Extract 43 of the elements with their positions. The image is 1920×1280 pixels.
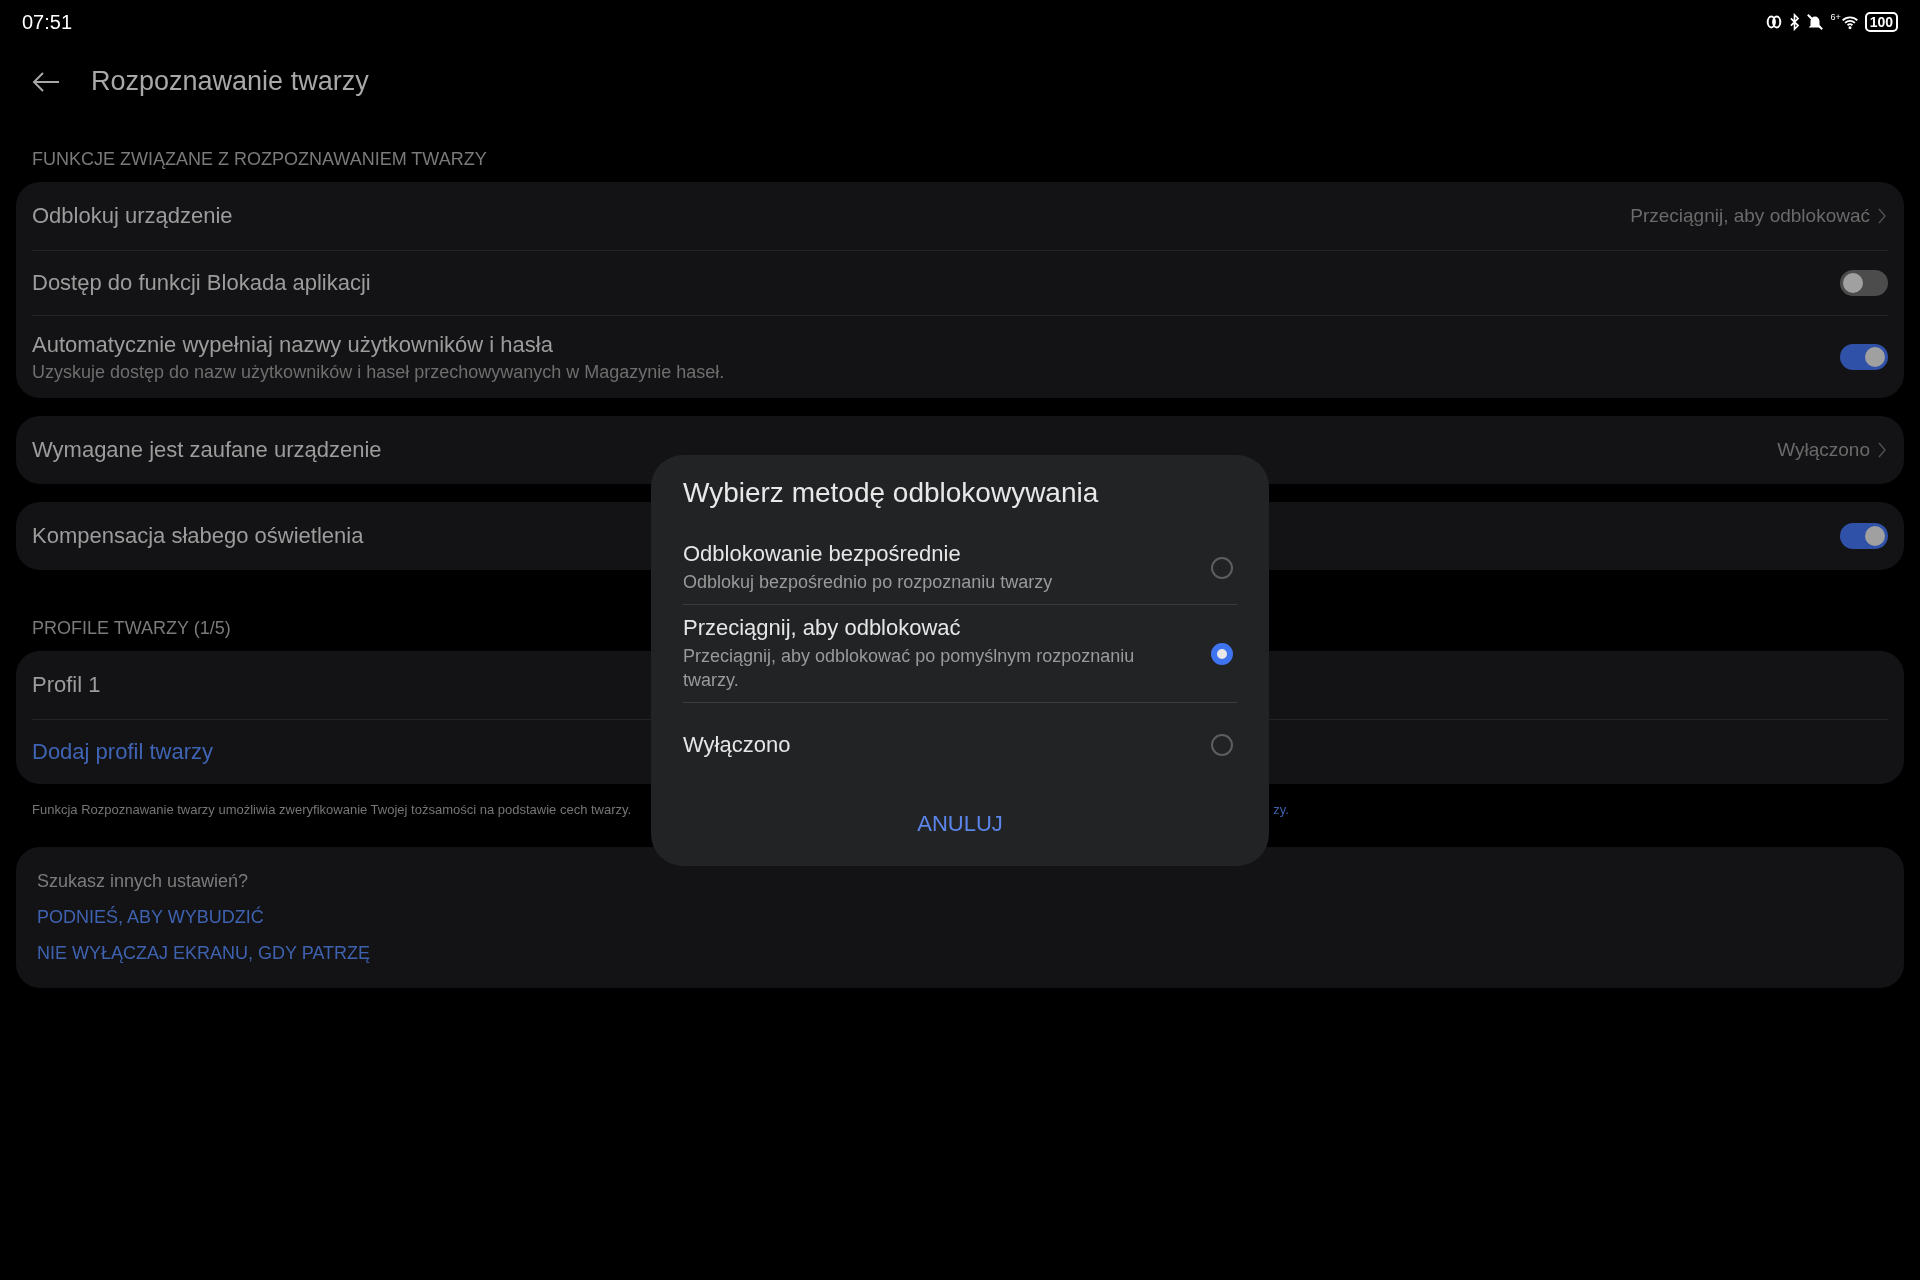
add-link[interactable]: Dodaj profil twarzy bbox=[32, 739, 213, 765]
wifi-standard-label: 6+ bbox=[1830, 13, 1841, 22]
radio-button[interactable] bbox=[1211, 642, 1233, 665]
bluetooth-icon bbox=[1789, 13, 1801, 31]
row-label: Kompensacja słabego oświetlenia bbox=[32, 523, 364, 549]
row-label: Automatycznie wypełniaj nazwy użytkowników i hasła bbox=[32, 331, 553, 358]
toggle-switch[interactable] bbox=[1840, 523, 1888, 549]
muted-bell-icon bbox=[1806, 13, 1825, 31]
page-title: Rozpoznawanie twarzy bbox=[91, 66, 369, 97]
radio-button[interactable] bbox=[1211, 734, 1233, 756]
suggestions-title: Szukasz innych ustawień? bbox=[37, 871, 249, 892]
option-description: Odblokuj bezpośrednio po rozpoznaniu twarzy bbox=[683, 571, 1054, 594]
dialog-title: Wybierz metodę odblokowywania bbox=[683, 476, 1100, 510]
back-arrow-icon bbox=[32, 70, 60, 93]
radio-button[interactable] bbox=[1211, 556, 1233, 579]
settings-link[interactable]: NIE WYŁĄCZAJ EKRANU, GDY PATRZĘ bbox=[37, 943, 371, 964]
footnote-link[interactable]: zy. bbox=[1273, 802, 1289, 817]
option-label: Wyłączono bbox=[683, 732, 792, 758]
row-label: Dostęp do funkcji Blokada aplikacji bbox=[32, 270, 371, 296]
link-icon bbox=[1765, 13, 1784, 31]
row-label: Wymagane jest zaufane urządzenie bbox=[32, 437, 382, 463]
row-value: Przeciągnij, aby odblokować bbox=[1630, 205, 1870, 227]
row-label: Profil 1 bbox=[32, 672, 101, 698]
option-label: Przeciągnij, aby odblokować bbox=[683, 615, 962, 641]
cancel-button[interactable]: ANULUJ bbox=[907, 805, 1013, 843]
radio-option[interactable]: Wyłączono bbox=[683, 702, 1237, 787]
clock-time: 07:51 bbox=[22, 10, 73, 34]
option-description: Przeciągnij, aby odblokować po pomyślnym rozpoznaniu twarzy. bbox=[683, 645, 1136, 692]
chevron-icon bbox=[1878, 442, 1886, 458]
footnote-text: Funkcja Rozpoznawanie twarzy umożliwia zweryfikowanie Twojej tożsamości na podstawie cech twarzy. bbox=[32, 802, 632, 817]
radio-option[interactable]: Odblokowanie bezpośrednie Odblokuj bezpośrednio po rozpoznaniu twarzy bbox=[683, 531, 1237, 604]
settings-link[interactable]: PODNIEŚ, ABY WYBUDZIĆ bbox=[37, 907, 264, 928]
battery-indicator: 100 bbox=[1864, 12, 1898, 32]
radio-option[interactable]: Przeciągnij, aby odblokować Przeciągnij, aby odblokować po pomyślnym rozpoznaniu twarzy. bbox=[683, 604, 1237, 702]
toggle-switch[interactable] bbox=[1840, 270, 1888, 296]
section-header: FUNKCJE ZWIĄZANE Z ROZPOZNAWANIEM TWARZY bbox=[32, 149, 487, 170]
row-subtitle: Uzyskuje dostęp do nazw użytkowników i haseł przechowywanych w Magazynie haseł. bbox=[32, 361, 725, 383]
row-value: Wyłączono bbox=[1777, 439, 1870, 461]
chevron-icon bbox=[1878, 208, 1886, 224]
toggle-switch[interactable] bbox=[1840, 344, 1888, 370]
row-label: Odblokuj urządzenie bbox=[32, 203, 233, 229]
section-header: PROFILE TWARZY (1/5) bbox=[32, 618, 231, 639]
option-label: Odblokowanie bezpośrednie bbox=[683, 541, 962, 567]
